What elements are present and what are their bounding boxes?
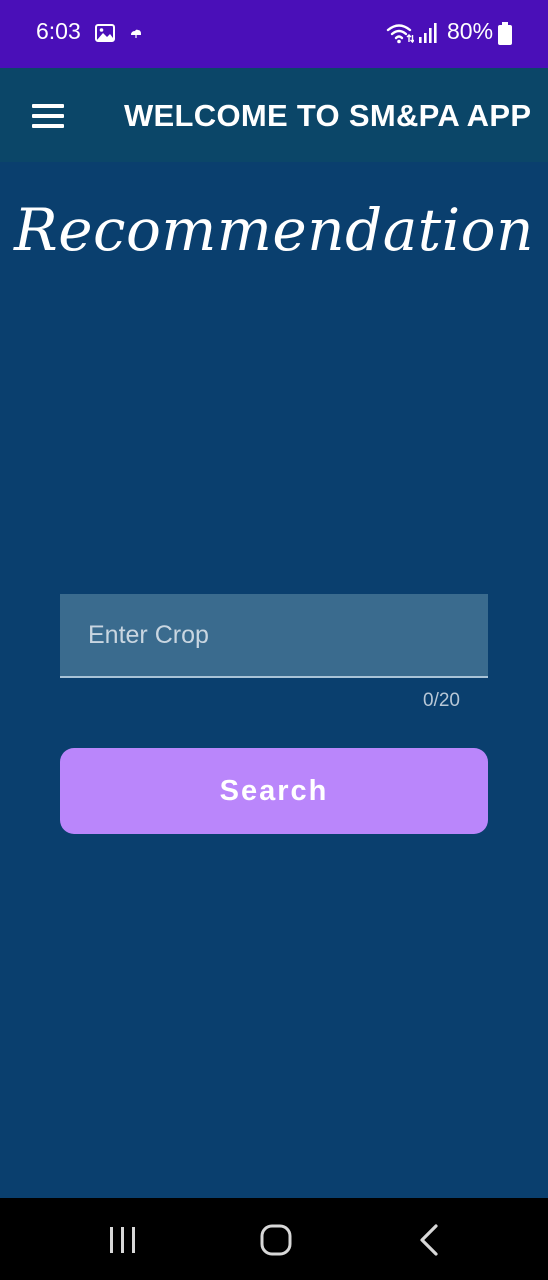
menu-line (32, 104, 64, 108)
menu-line (32, 124, 64, 128)
wifi-icon (386, 24, 414, 44)
hamburger-menu-icon[interactable] (24, 96, 72, 136)
signal-icon (419, 23, 437, 43)
back-icon[interactable] (412, 1222, 448, 1258)
page-heading: Recommendation (14, 196, 534, 264)
system-nav-bar (0, 1198, 548, 1280)
home-icon[interactable] (256, 1222, 296, 1258)
screen: 6:03 80% WELCOME TO SM&PA APP Recommenda… (0, 0, 548, 1280)
app-title: WELCOME TO SM&PA APP (124, 98, 532, 133)
app-bar: WELCOME TO SM&PA APP (0, 68, 548, 162)
status-time: 6:03 (36, 18, 81, 44)
menu-line (32, 114, 64, 118)
gallery-icon (95, 24, 115, 42)
battery-icon (498, 22, 512, 45)
character-counter: 0/20 (423, 690, 460, 711)
crop-input[interactable] (60, 594, 488, 676)
battery-percent: 80% (447, 18, 494, 44)
crop-input-field[interactable] (60, 594, 488, 678)
cloud-icon (131, 29, 141, 38)
recents-icon[interactable] (104, 1224, 142, 1256)
status-bar: 6:03 80% (0, 0, 548, 68)
search-button[interactable]: Search (60, 748, 488, 834)
